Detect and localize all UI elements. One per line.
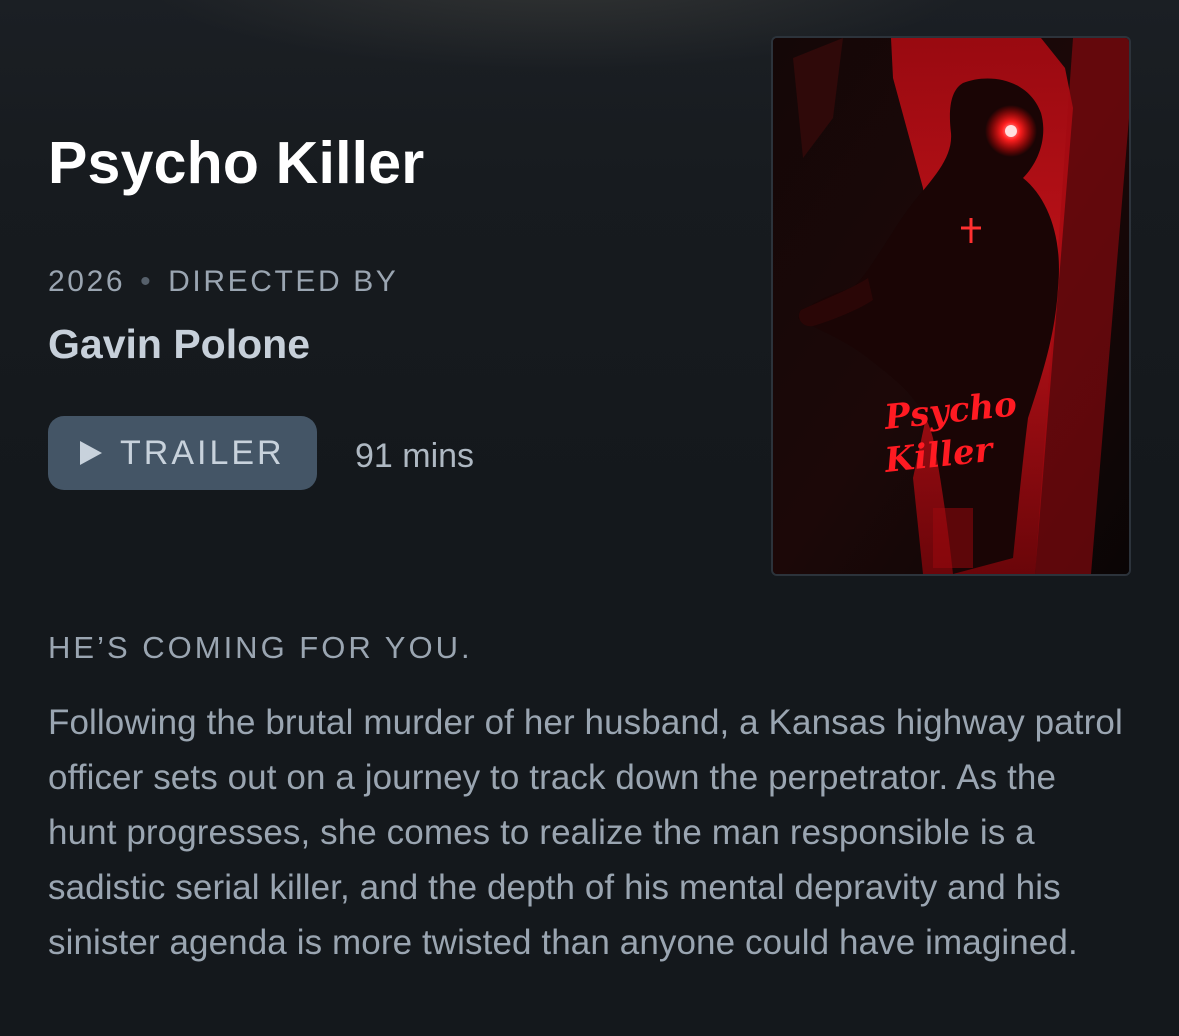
film-meta: 2026 • DIRECTED BY [48,264,398,300]
runtime: 91 mins [355,437,475,475]
directed-by-label: DIRECTED BY [168,265,399,298]
trailer-button-label: TRAILER [120,434,285,472]
poster-figure-legs [933,508,973,568]
film-tagline: HE’S COMING FOR YOU. [48,630,473,665]
poster-artwork: Psycho Killer [773,38,1129,574]
film-poster[interactable]: Psycho Killer [771,36,1131,576]
film-title: Psycho Killer [48,130,425,196]
film-synopsis: Following the brutal murder of her husba… [48,703,1123,962]
release-year[interactable]: 2026 [48,265,125,298]
director-name[interactable]: Gavin Polone [48,320,310,368]
poster-eye-core [1005,125,1017,137]
meta-separator: • [129,265,165,298]
play-icon [80,441,102,465]
trailer-button[interactable]: TRAILER [48,416,317,490]
